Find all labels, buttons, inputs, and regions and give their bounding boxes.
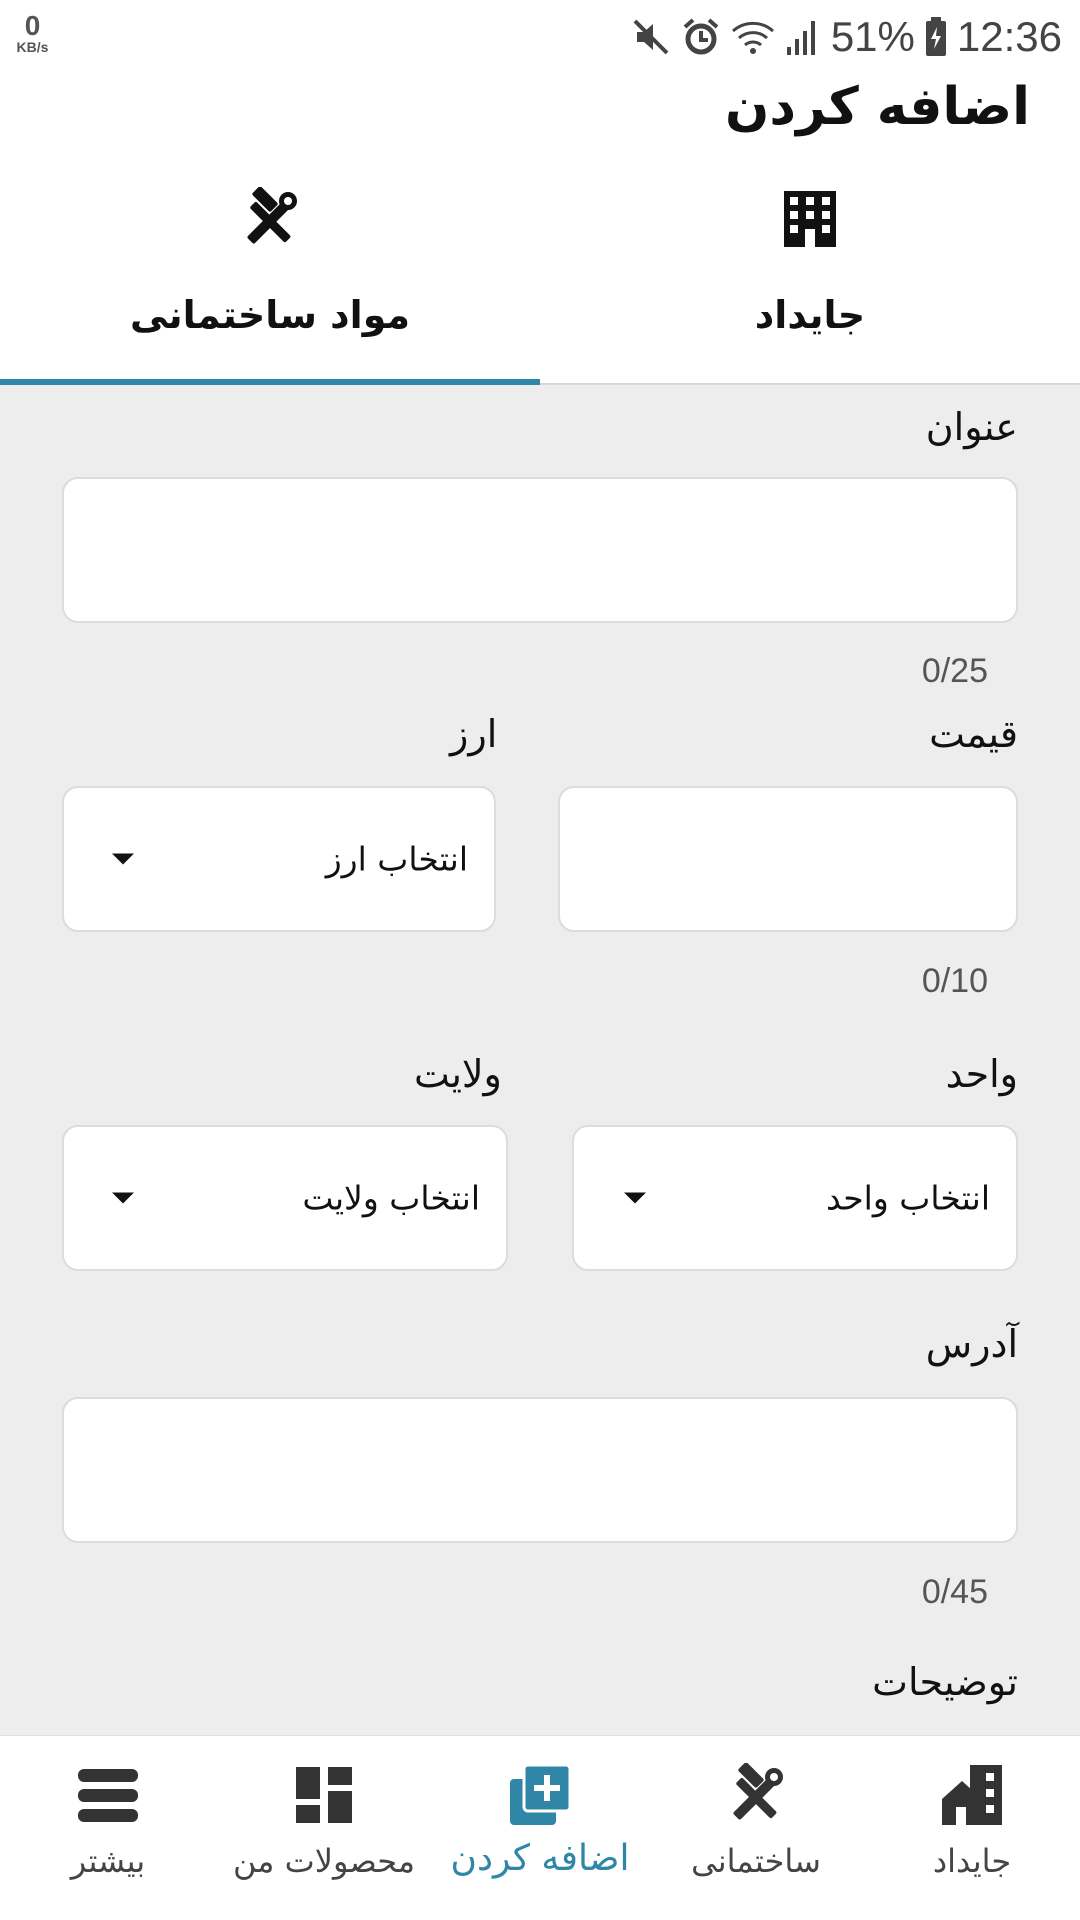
wifi-icon [731,17,775,57]
dropdown-caret-icon [112,853,134,865]
network-speed: 0 KB/s [10,10,55,55]
menu-icon [76,1763,140,1827]
app-header: اضافه کردن [0,75,1080,165]
dropdown-caret-icon [624,1192,646,1204]
tab-label-building-materials: مواد ساختمانی [129,293,411,337]
add-box-icon [508,1763,572,1827]
mute-icon [631,17,671,57]
title-input[interactable] [62,477,1018,623]
tab-building-materials[interactable]: مواد ساختمانی [0,165,540,385]
battery-percent: 51% [830,13,915,60]
signal-icon [785,17,821,57]
currency-label: ارز [450,712,498,756]
nav-my-products[interactable]: محصولات من [216,1736,432,1920]
battery-charging-icon [925,17,947,57]
clock: 12:36 [956,13,1062,60]
province-select-value: انتخاب ولایت [302,1178,480,1218]
network-speed-unit: KB/s [16,39,49,55]
title-label: عنوان [925,405,1018,449]
bottom-navigation: بیشتر محصولات من اضافه کردن ساختمانی جای… [0,1735,1080,1920]
page-title: اضافه کردن [725,77,1030,137]
tab-label-property: جایداد [754,293,866,337]
status-icons: 51% 12:36 [631,12,1062,62]
unit-label: واحد [945,1052,1018,1096]
nav-construction[interactable]: ساختمانی [648,1736,864,1920]
building-icon [778,187,842,251]
tab-bar: مواد ساختمانی جایداد [0,165,1080,385]
province-label: ولایت [414,1052,502,1096]
house-building-icon [940,1763,1004,1827]
unit-select-value: انتخاب واحد [825,1178,990,1218]
price-label: قیمت [929,712,1018,756]
currency-select-value: انتخاب ارز [325,839,468,879]
network-speed-value: 0 [24,10,41,41]
tab-property[interactable]: جایداد [540,165,1080,383]
title-counter: 0/25 [921,652,988,690]
price-input[interactable] [558,786,1018,932]
tools-icon [238,186,302,251]
description-label: توضیحات [872,1660,1018,1704]
status-bar: 0 KB/s 51% 12:36 [0,0,1080,75]
tools-icon [724,1762,788,1827]
price-counter: 0/10 [921,962,988,1000]
province-select[interactable]: انتخاب ولایت [62,1125,508,1271]
address-label: آدرس [925,1322,1018,1366]
tab-indicator [0,379,540,385]
nav-more[interactable]: بیشتر [0,1736,216,1920]
dashboard-icon [292,1763,356,1827]
address-counter: 0/45 [921,1573,988,1611]
nav-property[interactable]: جایداد [864,1736,1080,1920]
nav-add[interactable]: اضافه کردن [432,1736,648,1920]
nav-label-property: جایداد [932,1842,1012,1880]
unit-select[interactable]: انتخاب واحد [572,1125,1018,1271]
alarm-icon [681,17,721,57]
address-input[interactable] [62,1397,1018,1543]
currency-select[interactable]: انتخاب ارز [62,786,496,932]
dropdown-caret-icon [112,1192,134,1204]
